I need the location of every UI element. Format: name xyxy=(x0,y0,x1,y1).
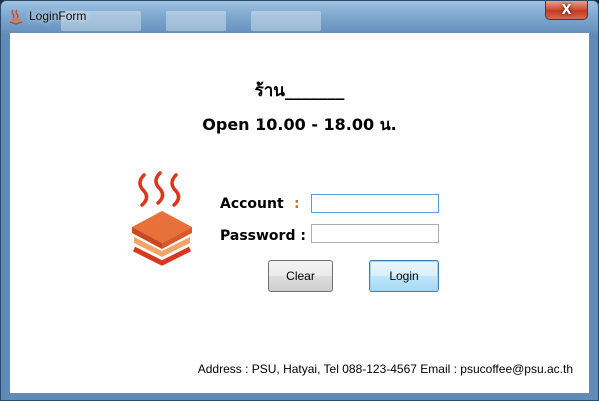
login-button[interactable]: Login xyxy=(369,260,439,292)
password-input[interactable] xyxy=(311,224,439,243)
opening-hours-label: Open 10.00 - 18.00 น. xyxy=(202,115,397,134)
close-icon: X xyxy=(561,2,572,18)
login-button-label: Login xyxy=(389,269,419,283)
password-label: Password : xyxy=(220,228,306,244)
form-client-area: ร้าน_______ Open 10.00 - 18.00 น. Accoun… xyxy=(9,32,590,394)
shop-name-label: ร้าน_______ xyxy=(254,81,345,101)
coffee-cake-logo-icon xyxy=(132,171,192,266)
window-title: LoginForm xyxy=(29,9,87,23)
clear-button[interactable]: Clear xyxy=(268,260,333,292)
clear-button-label: Clear xyxy=(286,269,315,283)
address-label: Address : PSU, Hatyai, Tel 088-123-4567 … xyxy=(197,362,573,376)
account-label: Account xyxy=(220,196,284,212)
close-button[interactable]: X xyxy=(545,1,588,20)
title-bar[interactable]: LoginForm X xyxy=(1,1,598,33)
account-input[interactable] xyxy=(311,194,439,213)
login-window: LoginForm X ร้าน_______ Open 10.00 - 18.… xyxy=(0,0,599,401)
account-label-colon: : xyxy=(294,196,300,212)
app-icon xyxy=(9,9,23,25)
